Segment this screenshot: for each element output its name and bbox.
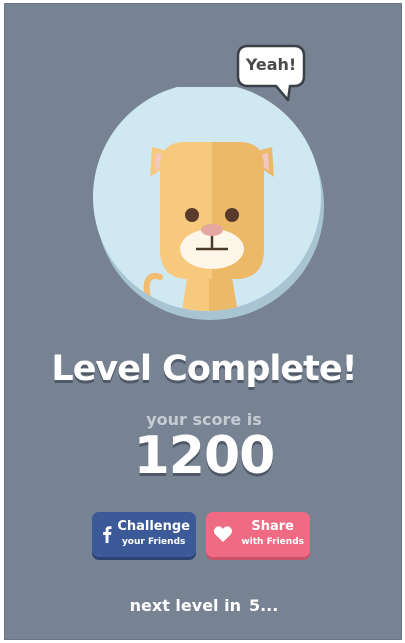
- share-button-text: Share with Friends: [241, 519, 304, 549]
- cat-avatar: [92, 87, 332, 327]
- facebook-icon: [96, 523, 118, 545]
- next-level-countdown: next level in 5...: [5, 596, 403, 615]
- heart-icon: [212, 523, 234, 545]
- challenge-friends-button[interactable]: Challenge your Friends: [92, 512, 196, 557]
- speech-bubble-text: Yeah!: [245, 55, 297, 74]
- challenge-button-text: Challenge your Friends: [117, 519, 190, 549]
- score-value: 1200: [133, 426, 276, 486]
- share-button-sublabel: with Friends: [241, 537, 304, 547]
- share-button[interactable]: Share with Friends: [206, 512, 310, 557]
- level-complete-screen: Yeah! Level Complete! your score is 1200…: [4, 3, 402, 640]
- challenge-button-label: Challenge: [117, 519, 190, 534]
- page-title: Level Complete!: [51, 349, 357, 389]
- share-button-label: Share: [251, 519, 294, 534]
- cat-icon: [93, 87, 324, 320]
- next-level-label: next level in: [129, 596, 241, 615]
- countdown-value: 5...: [248, 596, 279, 615]
- challenge-button-sublabel: your Friends: [121, 537, 186, 547]
